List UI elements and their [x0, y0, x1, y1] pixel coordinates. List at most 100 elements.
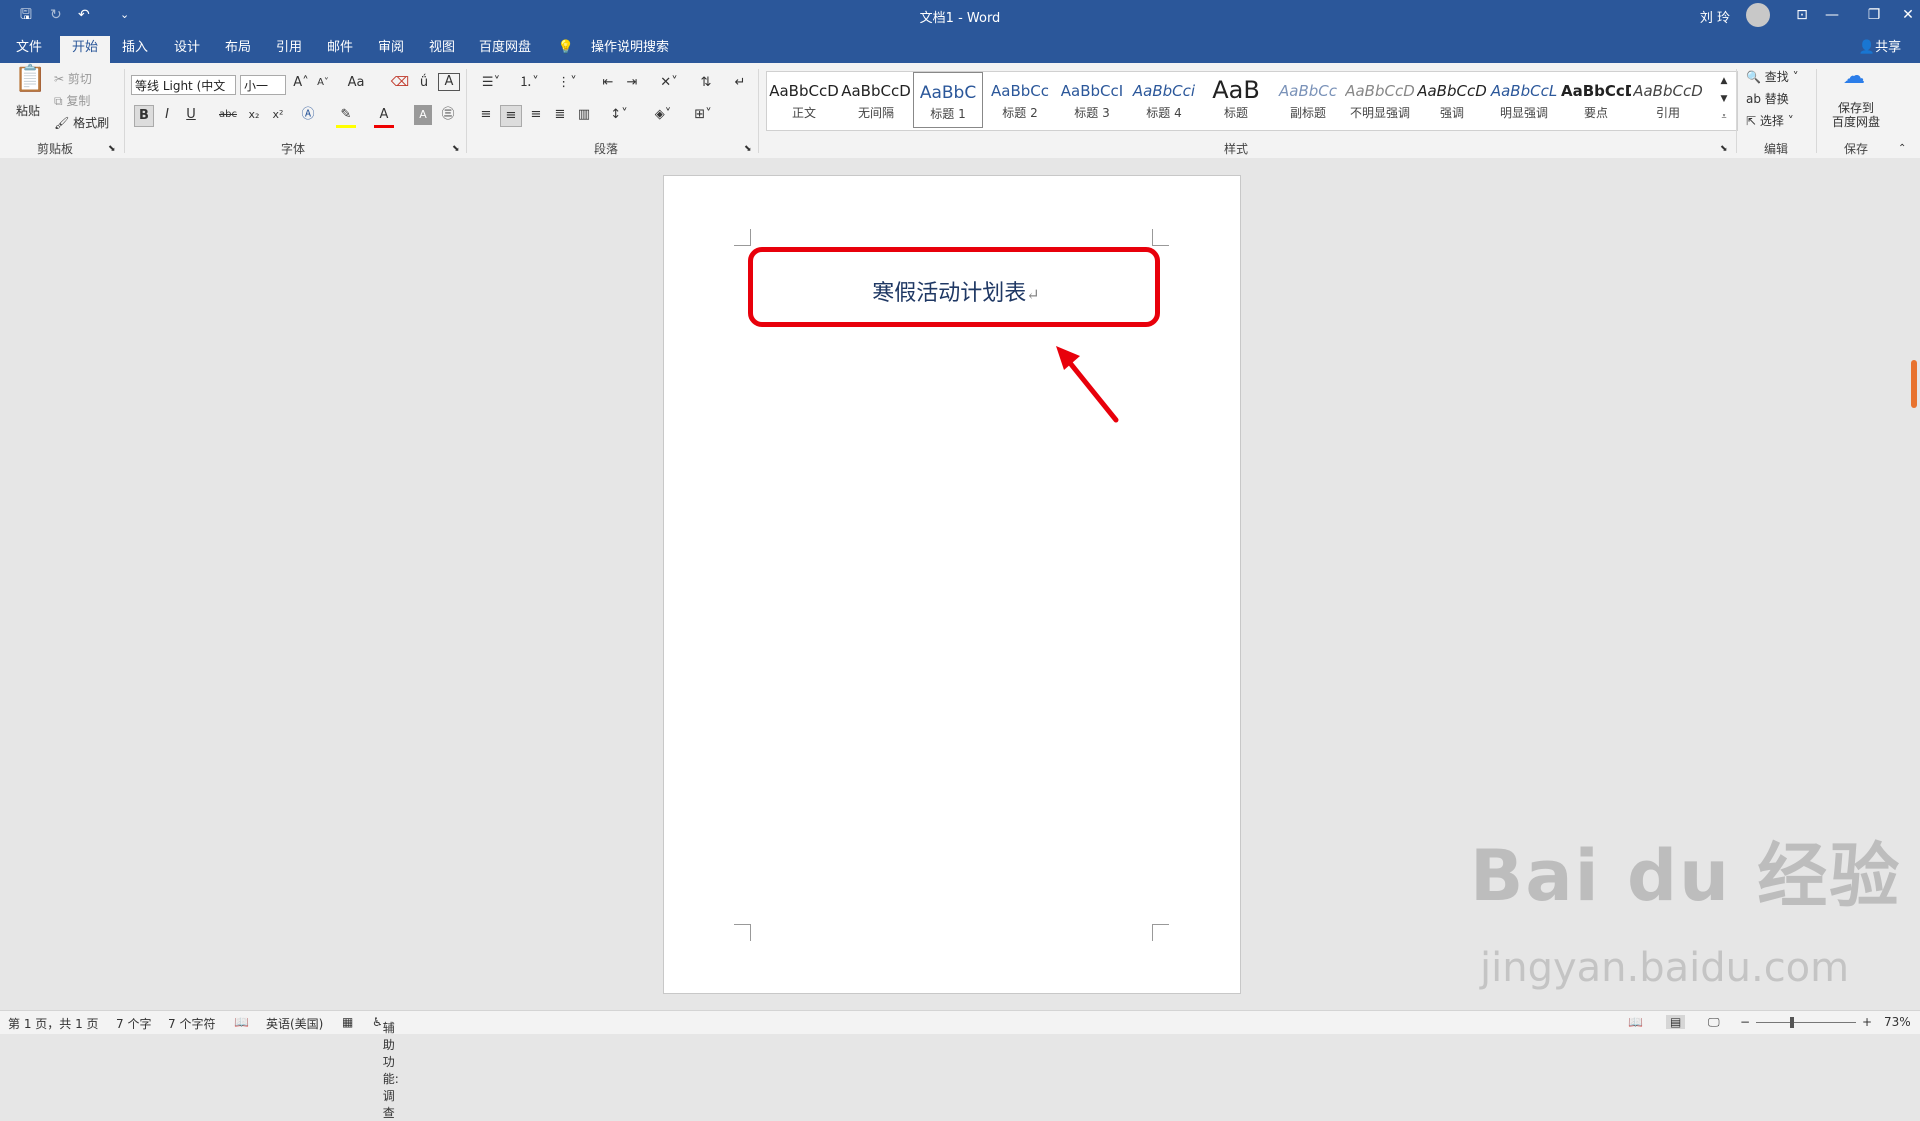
print-layout-icon[interactable]: ▤ — [1666, 1015, 1686, 1029]
minimize-button[interactable]: — — [1812, 2, 1852, 28]
style-heading-2[interactable]: AaBbCc 标题 2 — [985, 72, 1055, 128]
gallery-more-icon[interactable]: ⩡ — [1715, 108, 1733, 126]
clear-formatting-icon[interactable]: ⌫ — [390, 73, 410, 93]
decrease-indent-icon[interactable]: ⇤ — [598, 73, 618, 93]
change-case-icon[interactable]: Aa — [344, 73, 368, 93]
style-subtitle[interactable]: AaBbCc 副标题 — [1273, 72, 1343, 128]
web-layout-icon[interactable]: 🖵 — [1708, 1015, 1720, 1030]
share-button[interactable]: 👤共享 — [1850, 36, 1910, 63]
copy-button[interactable]: ⧉ 复制 — [54, 93, 90, 109]
zoom-in-button[interactable]: + — [1862, 1015, 1872, 1029]
distributed-icon[interactable]: ▥ — [574, 105, 594, 125]
find-button[interactable]: 🔍 查找 ˅ — [1746, 69, 1799, 85]
show-marks-icon[interactable]: ↵ — [730, 73, 750, 93]
numbering-icon[interactable]: ⒈˅ — [514, 73, 544, 93]
chinese-layout-icon[interactable]: ✕˅ — [654, 73, 684, 93]
avatar[interactable] — [1746, 3, 1770, 27]
replace-button[interactable]: ab 替换 — [1746, 91, 1789, 107]
user-name[interactable]: 刘 玲 — [1700, 7, 1730, 26]
tab-mailings[interactable]: 邮件 — [319, 36, 361, 63]
paste-icon[interactable]: 📋 — [14, 66, 46, 92]
close-button[interactable]: ✕ — [1888, 2, 1920, 28]
char-count[interactable]: 7 个字符 — [168, 1015, 215, 1032]
shrink-font-icon[interactable]: A˅ — [314, 73, 332, 93]
tab-design[interactable]: 设计 — [166, 36, 208, 63]
paste-button[interactable]: 粘贴 — [16, 103, 40, 119]
clipboard-launcher-icon[interactable]: ⬊ — [108, 139, 116, 159]
zoom-slider[interactable] — [1756, 1022, 1856, 1023]
align-right-icon[interactable]: ≡ — [526, 105, 546, 125]
tab-baidu-netdisk[interactable]: 百度网盘 — [474, 36, 536, 63]
grow-font-icon[interactable]: A˄ — [292, 73, 310, 93]
style-subtle-emphasis[interactable]: AaBbCcD 不明显强调 — [1345, 72, 1415, 128]
sort-icon[interactable]: ⇅ — [696, 73, 716, 93]
superscript-button[interactable]: x² — [268, 105, 288, 125]
style-title[interactable]: AaB 标题 — [1201, 72, 1271, 128]
multilevel-list-icon[interactable]: ⋮˅ — [552, 73, 582, 93]
highlight-color-icon[interactable]: ✎ — [336, 105, 356, 128]
style-intense-emphasis[interactable]: AaBbCcL 明显强调 — [1489, 72, 1559, 128]
style-no-spacing[interactable]: AaBbCcD 无间隔 — [841, 72, 911, 128]
style-name: 无间隔 — [857, 106, 894, 120]
font-color-icon[interactable]: A — [374, 105, 394, 128]
style-strong[interactable]: AaBbCcD 要点 — [1561, 72, 1631, 128]
style-preview: AaBbCcI — [1060, 82, 1124, 100]
styles-launcher-icon[interactable]: ⬊ — [1720, 139, 1728, 159]
style-heading-3[interactable]: AaBbCcI 标题 3 — [1057, 72, 1127, 128]
increase-indent-icon[interactable]: ⇥ — [622, 73, 642, 93]
font-size-select[interactable]: 小一 — [240, 75, 286, 95]
italic-button[interactable]: I — [158, 105, 176, 125]
format-painter-button[interactable]: 🖌 格式刷 — [54, 115, 109, 131]
style-emphasis[interactable]: AaBbCcD 强调 — [1417, 72, 1487, 128]
zoom-thumb[interactable] — [1790, 1017, 1794, 1028]
justify-icon[interactable]: ≣ — [550, 105, 570, 125]
bullets-icon[interactable]: ☰˅ — [476, 73, 506, 93]
character-shading-icon[interactable]: A — [414, 105, 432, 125]
align-center-icon[interactable]: ≡ — [500, 105, 522, 127]
tab-file[interactable]: 文件 — [6, 36, 52, 63]
subscript-button[interactable]: x₂ — [244, 105, 264, 125]
bold-button[interactable]: B — [134, 105, 154, 127]
style-quote[interactable]: AaBbCcD 引用 — [1633, 72, 1703, 128]
read-mode-icon[interactable]: 📖 — [1628, 1015, 1643, 1029]
zoom-out-button[interactable]: − — [1740, 1015, 1750, 1029]
select-button[interactable]: ⇱ 选择 ˅ — [1746, 113, 1794, 129]
tab-home[interactable]: 开始 — [60, 36, 110, 63]
borders-icon[interactable]: ⊞˅ — [688, 105, 718, 125]
macro-icon[interactable]: ▦ — [342, 1015, 353, 1029]
text-effects-icon[interactable]: Ⓐ — [298, 105, 318, 125]
gallery-scroll-up-icon[interactable]: ▲ — [1715, 72, 1733, 90]
tell-me-search[interactable]: 操作说明搜索 — [580, 36, 680, 63]
font-name-select[interactable]: 等线 Light (中文 — [131, 75, 236, 95]
tab-insert[interactable]: 插入 — [114, 36, 156, 63]
style-heading-1[interactable]: AaBbC 标题 1 — [913, 72, 983, 128]
enclose-characters-icon[interactable]: ㊂ — [438, 105, 458, 125]
tab-layout[interactable]: 布局 — [217, 36, 259, 63]
style-normal[interactable]: AaBbCcD 正文 — [769, 72, 839, 128]
baidu-netdisk-icon[interactable]: ☁ — [1836, 66, 1872, 88]
page-count[interactable]: 第 1 页，共 1 页 — [8, 1015, 99, 1032]
line-spacing-icon[interactable]: ↕˅ — [604, 105, 634, 125]
tab-view[interactable]: 视图 — [421, 36, 463, 63]
font-launcher-icon[interactable]: ⬊ — [452, 139, 460, 159]
accessibility-status[interactable]: ♿ 辅助功能: 调查 — [372, 1015, 399, 1120]
zoom-level[interactable]: 73% — [1884, 1015, 1911, 1029]
shading-icon[interactable]: ◈˅ — [648, 105, 678, 125]
cut-button[interactable]: ✂ 剪切 — [54, 71, 92, 87]
character-border-icon[interactable]: A — [438, 73, 460, 91]
tab-references[interactable]: 引用 — [268, 36, 310, 63]
proofing-icon[interactable]: 📖 — [234, 1015, 249, 1029]
scrollbar-thumb[interactable] — [1911, 360, 1917, 408]
align-left-icon[interactable]: ≡ — [476, 105, 496, 125]
underline-button[interactable]: U — [182, 105, 200, 125]
strikethrough-button[interactable]: abc — [216, 105, 240, 125]
collapse-ribbon-icon[interactable]: ⌃ — [1898, 139, 1906, 159]
paragraph-launcher-icon[interactable]: ⬊ — [744, 139, 752, 159]
style-heading-4[interactable]: AaBbCci 标题 4 — [1129, 72, 1199, 128]
save-to-baidu-button[interactable]: 保存到 百度网盘 — [1826, 101, 1886, 129]
tab-review[interactable]: 审阅 — [370, 36, 412, 63]
word-count[interactable]: 7 个字 — [116, 1015, 151, 1032]
language[interactable]: 英语(美国) — [266, 1015, 323, 1032]
gallery-scroll-down-icon[interactable]: ▼ — [1715, 90, 1733, 108]
phonetic-guide-icon[interactable]: ǘ — [414, 73, 434, 93]
